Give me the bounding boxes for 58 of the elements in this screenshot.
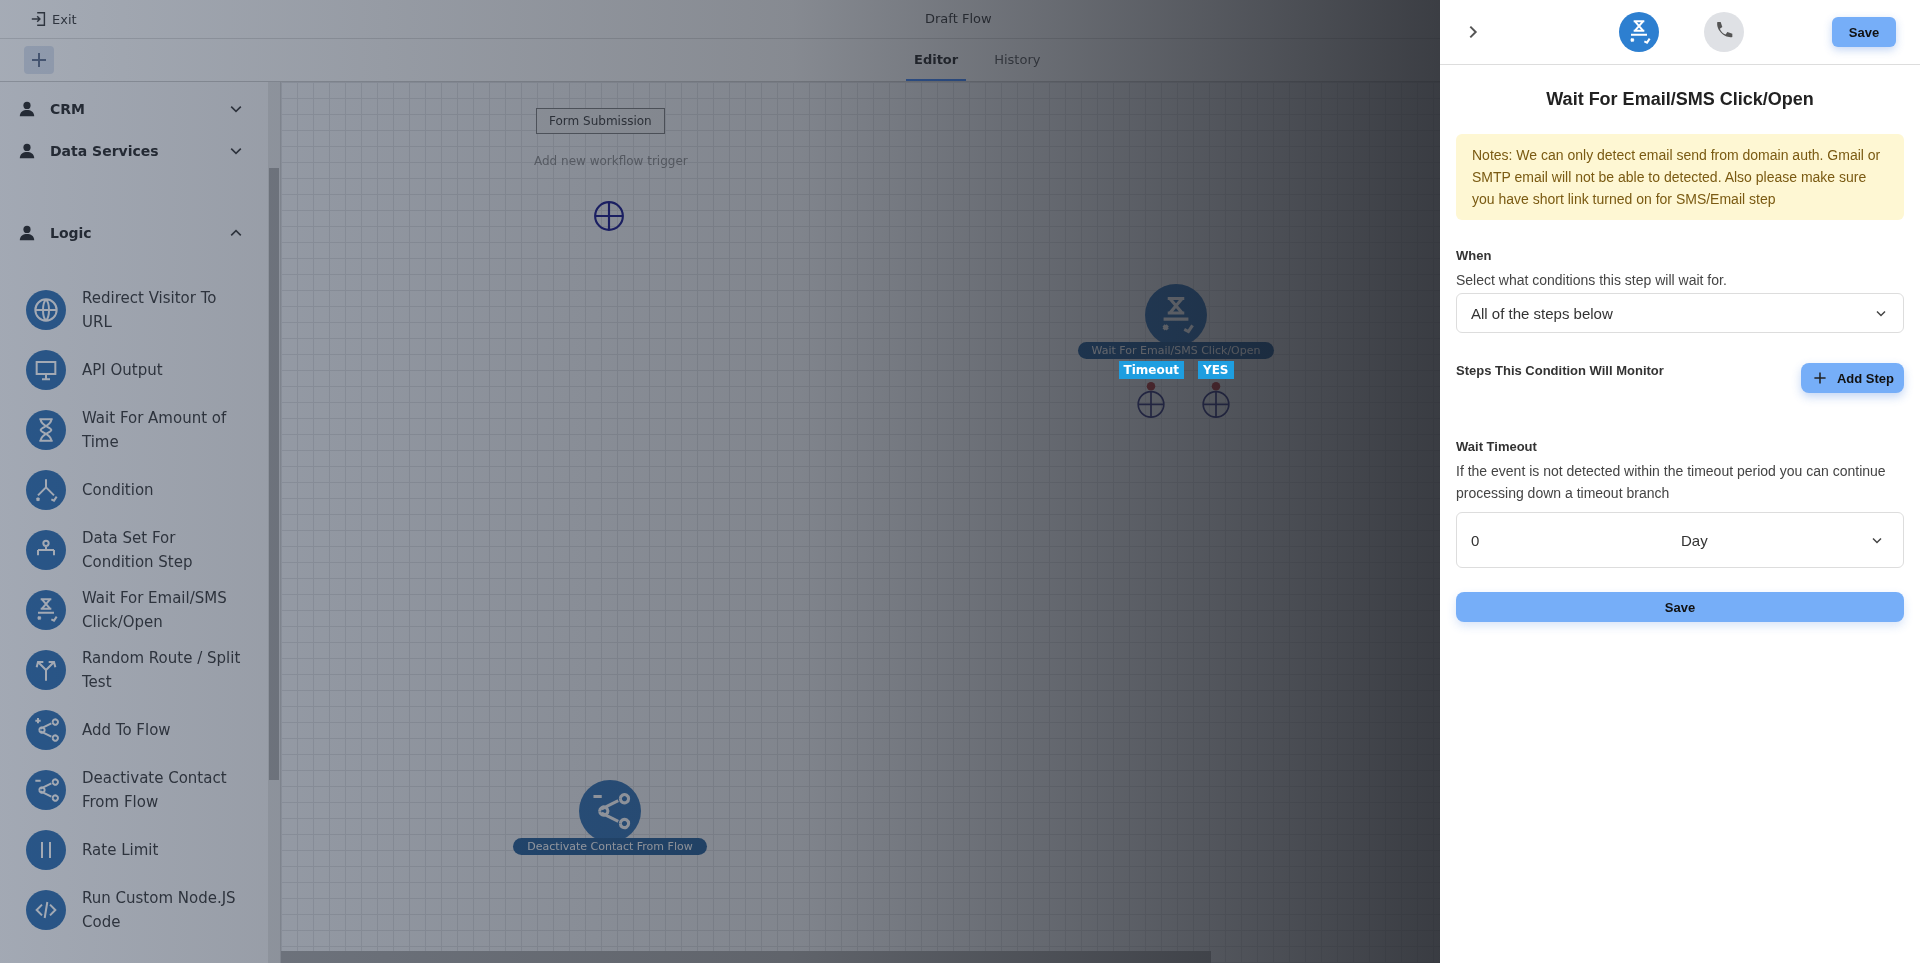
action-icon <box>26 530 66 570</box>
action-icon <box>26 710 66 750</box>
plus-icon <box>29 50 49 70</box>
notes-alert: Notes: We can only detect email send from domain auth. Gmail or SMTP email will not be able to detected. Also please make sure you have short link turned on for SMS/Email step <box>1456 134 1904 220</box>
timeout-unit-select[interactable]: Day <box>1681 531 1885 549</box>
action-icon <box>26 770 66 810</box>
action-item[interactable]: Redirect Visitor To URL <box>0 280 268 340</box>
flow-title: Draft Flow <box>925 11 992 26</box>
field-label: When <box>1456 248 1493 263</box>
action-item[interactable]: Data Set For Condition Step <box>0 520 268 580</box>
plus-icon <box>1812 371 1827 385</box>
timeout-amount-field[interactable]: 0 <box>1471 531 1681 549</box>
field-label: Steps This Condition Will Monitor <box>1456 363 1664 378</box>
action-icon <box>26 830 66 870</box>
action-icon <box>26 890 66 930</box>
category-header[interactable]: Logic <box>0 212 268 254</box>
category-header[interactable]: Data Services <box>0 130 268 172</box>
node-label[interactable]: Deactivate Contact From Flow <box>513 838 707 855</box>
field-help: If the event is not detected within the timeout period you can continue processing down a timeout branch <box>1456 462 1887 503</box>
action-icon <box>26 650 66 690</box>
add-button[interactable] <box>24 46 54 74</box>
action-icon <box>26 350 66 390</box>
branch-label: YES <box>1197 361 1234 379</box>
field-help: Select what conditions this step will wait for. <box>1456 271 1728 290</box>
field-label: Wait Timeout <box>1456 439 1538 454</box>
add-step-button[interactable]: Add Step <box>1800 363 1904 393</box>
trigger-node[interactable]: Form Submission <box>536 108 665 134</box>
person-icon <box>18 142 36 160</box>
hourglass-icon[interactable] <box>1619 12 1659 52</box>
action-item[interactable]: Wait For Amount of Time <box>0 400 268 460</box>
person-icon <box>18 100 36 118</box>
condition-select[interactable]: All of the steps below <box>1456 293 1904 333</box>
action-icon <box>26 290 66 330</box>
action-icon <box>26 590 66 630</box>
scrollbar[interactable] <box>281 951 1211 963</box>
add-node-icon[interactable] <box>593 200 625 232</box>
scrollbar[interactable] <box>268 82 280 963</box>
add-node-icon[interactable] <box>1135 379 1168 419</box>
phone-icon[interactable] <box>1704 12 1744 52</box>
branch-label: Timeout <box>1118 361 1184 379</box>
action-item[interactable]: Wait For Email/SMS Click/Open <box>0 580 268 640</box>
person-icon <box>18 224 36 242</box>
action-item[interactable]: Random Route / Split Test <box>0 640 268 700</box>
action-item[interactable]: Condition <box>0 460 268 520</box>
action-icon <box>26 410 66 450</box>
action-item[interactable]: Deactivate Contact From Flow <box>0 760 268 820</box>
add-node-icon[interactable] <box>1199 379 1232 419</box>
action-item[interactable]: Run Custom Node.JS Code <box>0 880 268 940</box>
panel-title: Wait For Email/SMS Click/Open <box>1545 89 1815 110</box>
exit-button[interactable]: Exit <box>28 8 79 30</box>
save-button[interactable]: Save <box>1832 17 1896 47</box>
action-item[interactable]: Add To Flow <box>0 700 268 760</box>
action-item[interactable]: Rate Limit <box>0 820 268 880</box>
action-icon <box>26 470 66 510</box>
save-button[interactable]: Save <box>1456 592 1904 622</box>
action-item[interactable]: API Output <box>0 340 268 400</box>
category-header[interactable]: CRM <box>0 88 268 130</box>
exit-icon <box>30 10 48 28</box>
